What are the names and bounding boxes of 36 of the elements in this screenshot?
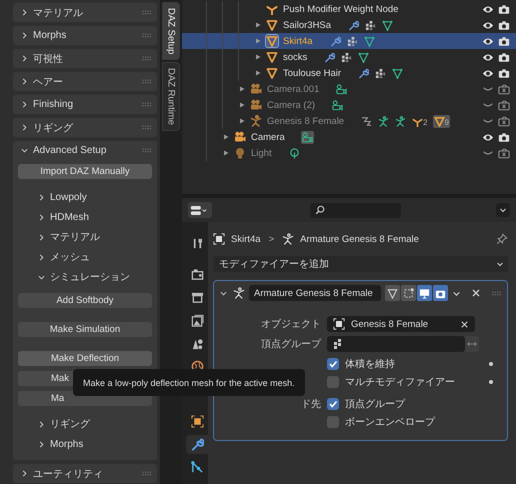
checkbox-label: 頂点グループ: [345, 398, 405, 411]
panel-title: Finishing: [33, 99, 74, 110]
field-label: ド先: [301, 399, 321, 410]
object-name: Sailor3HSa: [283, 20, 332, 30]
panel-title: ユーティリティ: [33, 468, 104, 480]
panel-title: Advanced Setup: [33, 145, 108, 156]
breadcrumb-object: Skirt4a: [231, 234, 261, 244]
field-label: オブジェクト: [260, 318, 321, 331]
object-name: Genesis 8 Female: [267, 116, 344, 126]
subpanel-title: Lowpoly: [50, 192, 88, 202]
object-name: Skirt4a: [283, 36, 313, 46]
object-name: Light: [251, 148, 272, 158]
subpanel-title: Morphs: [50, 438, 84, 450]
subpanel-title: リギング: [50, 418, 91, 431]
tooltip: Make a low-poly deflection mesh for the active mesh.: [73, 369, 305, 396]
checkbox-label: ボーンエンベロープ: [345, 416, 435, 429]
panel-title: Morphs: [33, 30, 68, 41]
subpanel-title: メッシュ: [50, 251, 91, 264]
panel-title: マテリアル: [33, 6, 84, 20]
object-name: socks: [283, 52, 308, 62]
object-name: Camera: [251, 132, 285, 142]
panel-title: 可視性: [33, 52, 64, 66]
panel-title: リギング: [33, 122, 74, 134]
object-name: Toulouse Hair: [283, 68, 342, 78]
object-name: Camera.001: [267, 84, 320, 94]
panel-title: ヘアー: [33, 76, 64, 88]
object-name: Push Modifier Weight Node: [283, 4, 398, 14]
subpanel-title: シミュレーション: [50, 271, 131, 284]
subpanel-title: マテリアル: [50, 231, 101, 244]
breadcrumb-separator: >: [268, 234, 274, 244]
checkbox-label: 体積を維持: [345, 358, 395, 371]
checkbox-label: マルチモディファイアー: [345, 376, 455, 389]
subpanel-title: HDMesh: [50, 212, 90, 222]
breadcrumb-modifier: Armature Genesis 8 Female: [300, 234, 419, 244]
field-label: 頂点グループ: [260, 338, 321, 351]
object-name: Camera (2): [267, 100, 316, 110]
